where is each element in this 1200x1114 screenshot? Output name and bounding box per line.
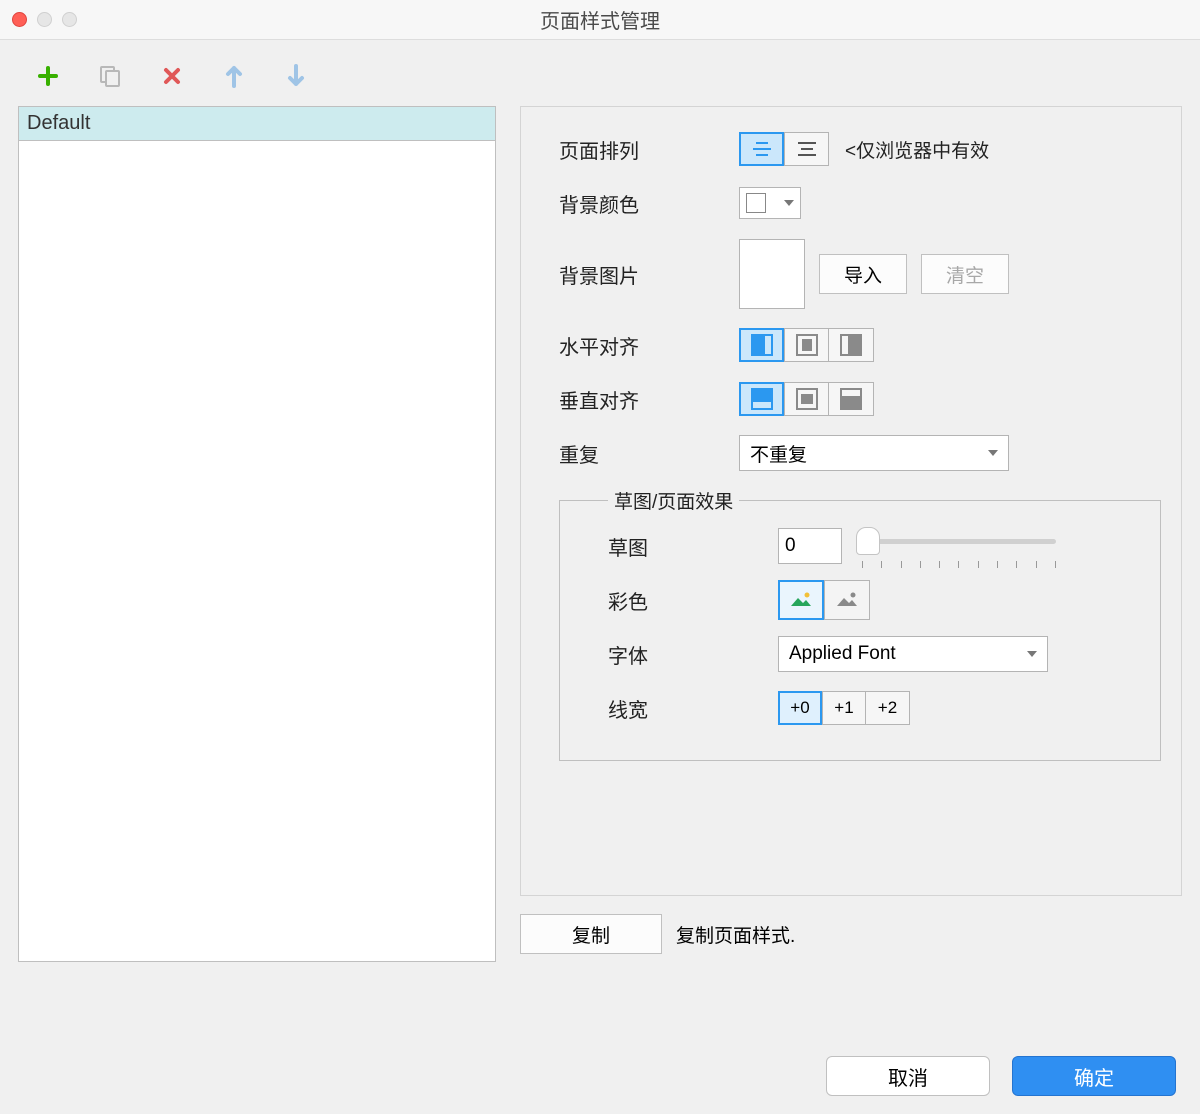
- font-select[interactable]: Applied Font: [778, 636, 1048, 672]
- repeat-select[interactable]: 不重复: [739, 435, 1009, 471]
- label-sketch: 草图: [608, 532, 778, 561]
- close-window-button[interactable]: [12, 12, 27, 27]
- line-width-0[interactable]: +0: [778, 691, 822, 725]
- label-font: 字体: [608, 640, 778, 669]
- row-sketch: 草图: [608, 526, 1142, 566]
- color-swatch: [746, 193, 766, 213]
- label-v-align: 垂直对齐: [559, 385, 739, 414]
- chevron-down-icon: [1027, 651, 1037, 657]
- row-v-align: 垂直对齐: [559, 379, 1161, 419]
- page-arrange-hint: <仅浏览器中有效: [845, 136, 989, 163]
- row-repeat: 重复 不重复: [559, 433, 1161, 473]
- slider-ticks: [862, 561, 1056, 568]
- copy-style-button[interactable]: 复制: [520, 914, 662, 954]
- footer-buttons: 取消 确定: [826, 1056, 1176, 1096]
- sketch-effects-group: 草图/页面效果 草图: [559, 487, 1161, 761]
- window-title: 页面样式管理: [0, 5, 1200, 34]
- font-selected-value: Applied Font: [789, 643, 896, 665]
- arrow-down-icon[interactable]: [284, 64, 308, 88]
- h-align-toggle: [739, 328, 874, 362]
- sketch-slider[interactable]: [856, 531, 1056, 561]
- label-bg-color: 背景颜色: [559, 189, 739, 218]
- slider-thumb[interactable]: [856, 527, 880, 555]
- label-color-mode: 彩色: [608, 586, 778, 615]
- style-list[interactable]: Default: [18, 106, 496, 962]
- line-width-toggle: +0 +1 +2: [778, 691, 910, 725]
- sketch-input[interactable]: [778, 528, 842, 564]
- v-align-bottom[interactable]: [829, 382, 874, 416]
- v-align-top[interactable]: [739, 382, 784, 416]
- label-h-align: 水平对齐: [559, 331, 739, 360]
- window-controls: [12, 12, 77, 27]
- page-arrange-center[interactable]: [739, 132, 784, 166]
- row-bg-image: 背景图片 导入 清空: [559, 237, 1161, 311]
- delete-icon[interactable]: [160, 64, 184, 88]
- minimize-window-button[interactable]: [37, 12, 52, 27]
- chevron-down-icon: [988, 450, 998, 456]
- styles-toolbar: [18, 52, 1182, 100]
- bg-image-preview: [739, 239, 805, 309]
- line-width-1[interactable]: +1: [822, 691, 866, 725]
- copy-style-description: 复制页面样式.: [676, 921, 795, 948]
- v-align-toggle: [739, 382, 874, 416]
- style-list-item-default[interactable]: Default: [19, 107, 495, 141]
- row-color-mode: 彩色: [608, 580, 1142, 620]
- page-arrange-toggle: [739, 132, 829, 166]
- h-align-left[interactable]: [739, 328, 784, 362]
- left-column: Default: [18, 106, 496, 1064]
- import-button[interactable]: 导入: [819, 254, 907, 294]
- line-width-2[interactable]: +2: [866, 691, 910, 725]
- ok-button[interactable]: 确定: [1012, 1056, 1176, 1096]
- settings-panel: 页面排列 <仅浏览器中有效 背景颜: [520, 106, 1182, 896]
- v-align-middle[interactable]: [784, 382, 829, 416]
- label-line-width: 线宽: [608, 694, 778, 723]
- label-bg-image: 背景图片: [559, 260, 739, 289]
- arrow-up-icon[interactable]: [222, 64, 246, 88]
- h-align-center[interactable]: [784, 328, 829, 362]
- repeat-selected-value: 不重复: [750, 440, 807, 467]
- row-font: 字体 Applied Font: [608, 634, 1142, 674]
- zoom-window-button[interactable]: [62, 12, 77, 27]
- below-panel: 复制 复制页面样式.: [520, 914, 1182, 954]
- add-icon[interactable]: [36, 64, 60, 88]
- row-page-arrange: 页面排列 <仅浏览器中有效: [559, 129, 1161, 169]
- label-page-arrange: 页面排列: [559, 135, 739, 164]
- row-line-width: 线宽 +0 +1 +2: [608, 688, 1142, 728]
- h-align-right[interactable]: [829, 328, 874, 362]
- label-repeat: 重复: [559, 439, 739, 468]
- titlebar: 页面样式管理: [0, 0, 1200, 40]
- page-arrange-justify[interactable]: [784, 132, 829, 166]
- main-row: Default 页面排列: [18, 106, 1182, 1064]
- color-mode-gray[interactable]: [824, 580, 870, 620]
- clear-button[interactable]: 清空: [921, 254, 1009, 294]
- cancel-button[interactable]: 取消: [826, 1056, 990, 1096]
- row-bg-color: 背景颜色: [559, 183, 1161, 223]
- copy-icon[interactable]: [98, 64, 122, 88]
- slider-track: [862, 539, 1056, 544]
- fx-legend: 草图/页面效果: [608, 487, 739, 514]
- row-h-align: 水平对齐: [559, 325, 1161, 365]
- color-mode-toggle: [778, 580, 870, 620]
- chevron-down-icon: [784, 200, 794, 206]
- content: Default 页面排列: [0, 40, 1200, 1114]
- bg-color-picker[interactable]: [739, 187, 801, 219]
- right-column: 页面排列 <仅浏览器中有效 背景颜: [520, 106, 1182, 1064]
- color-mode-color[interactable]: [778, 580, 824, 620]
